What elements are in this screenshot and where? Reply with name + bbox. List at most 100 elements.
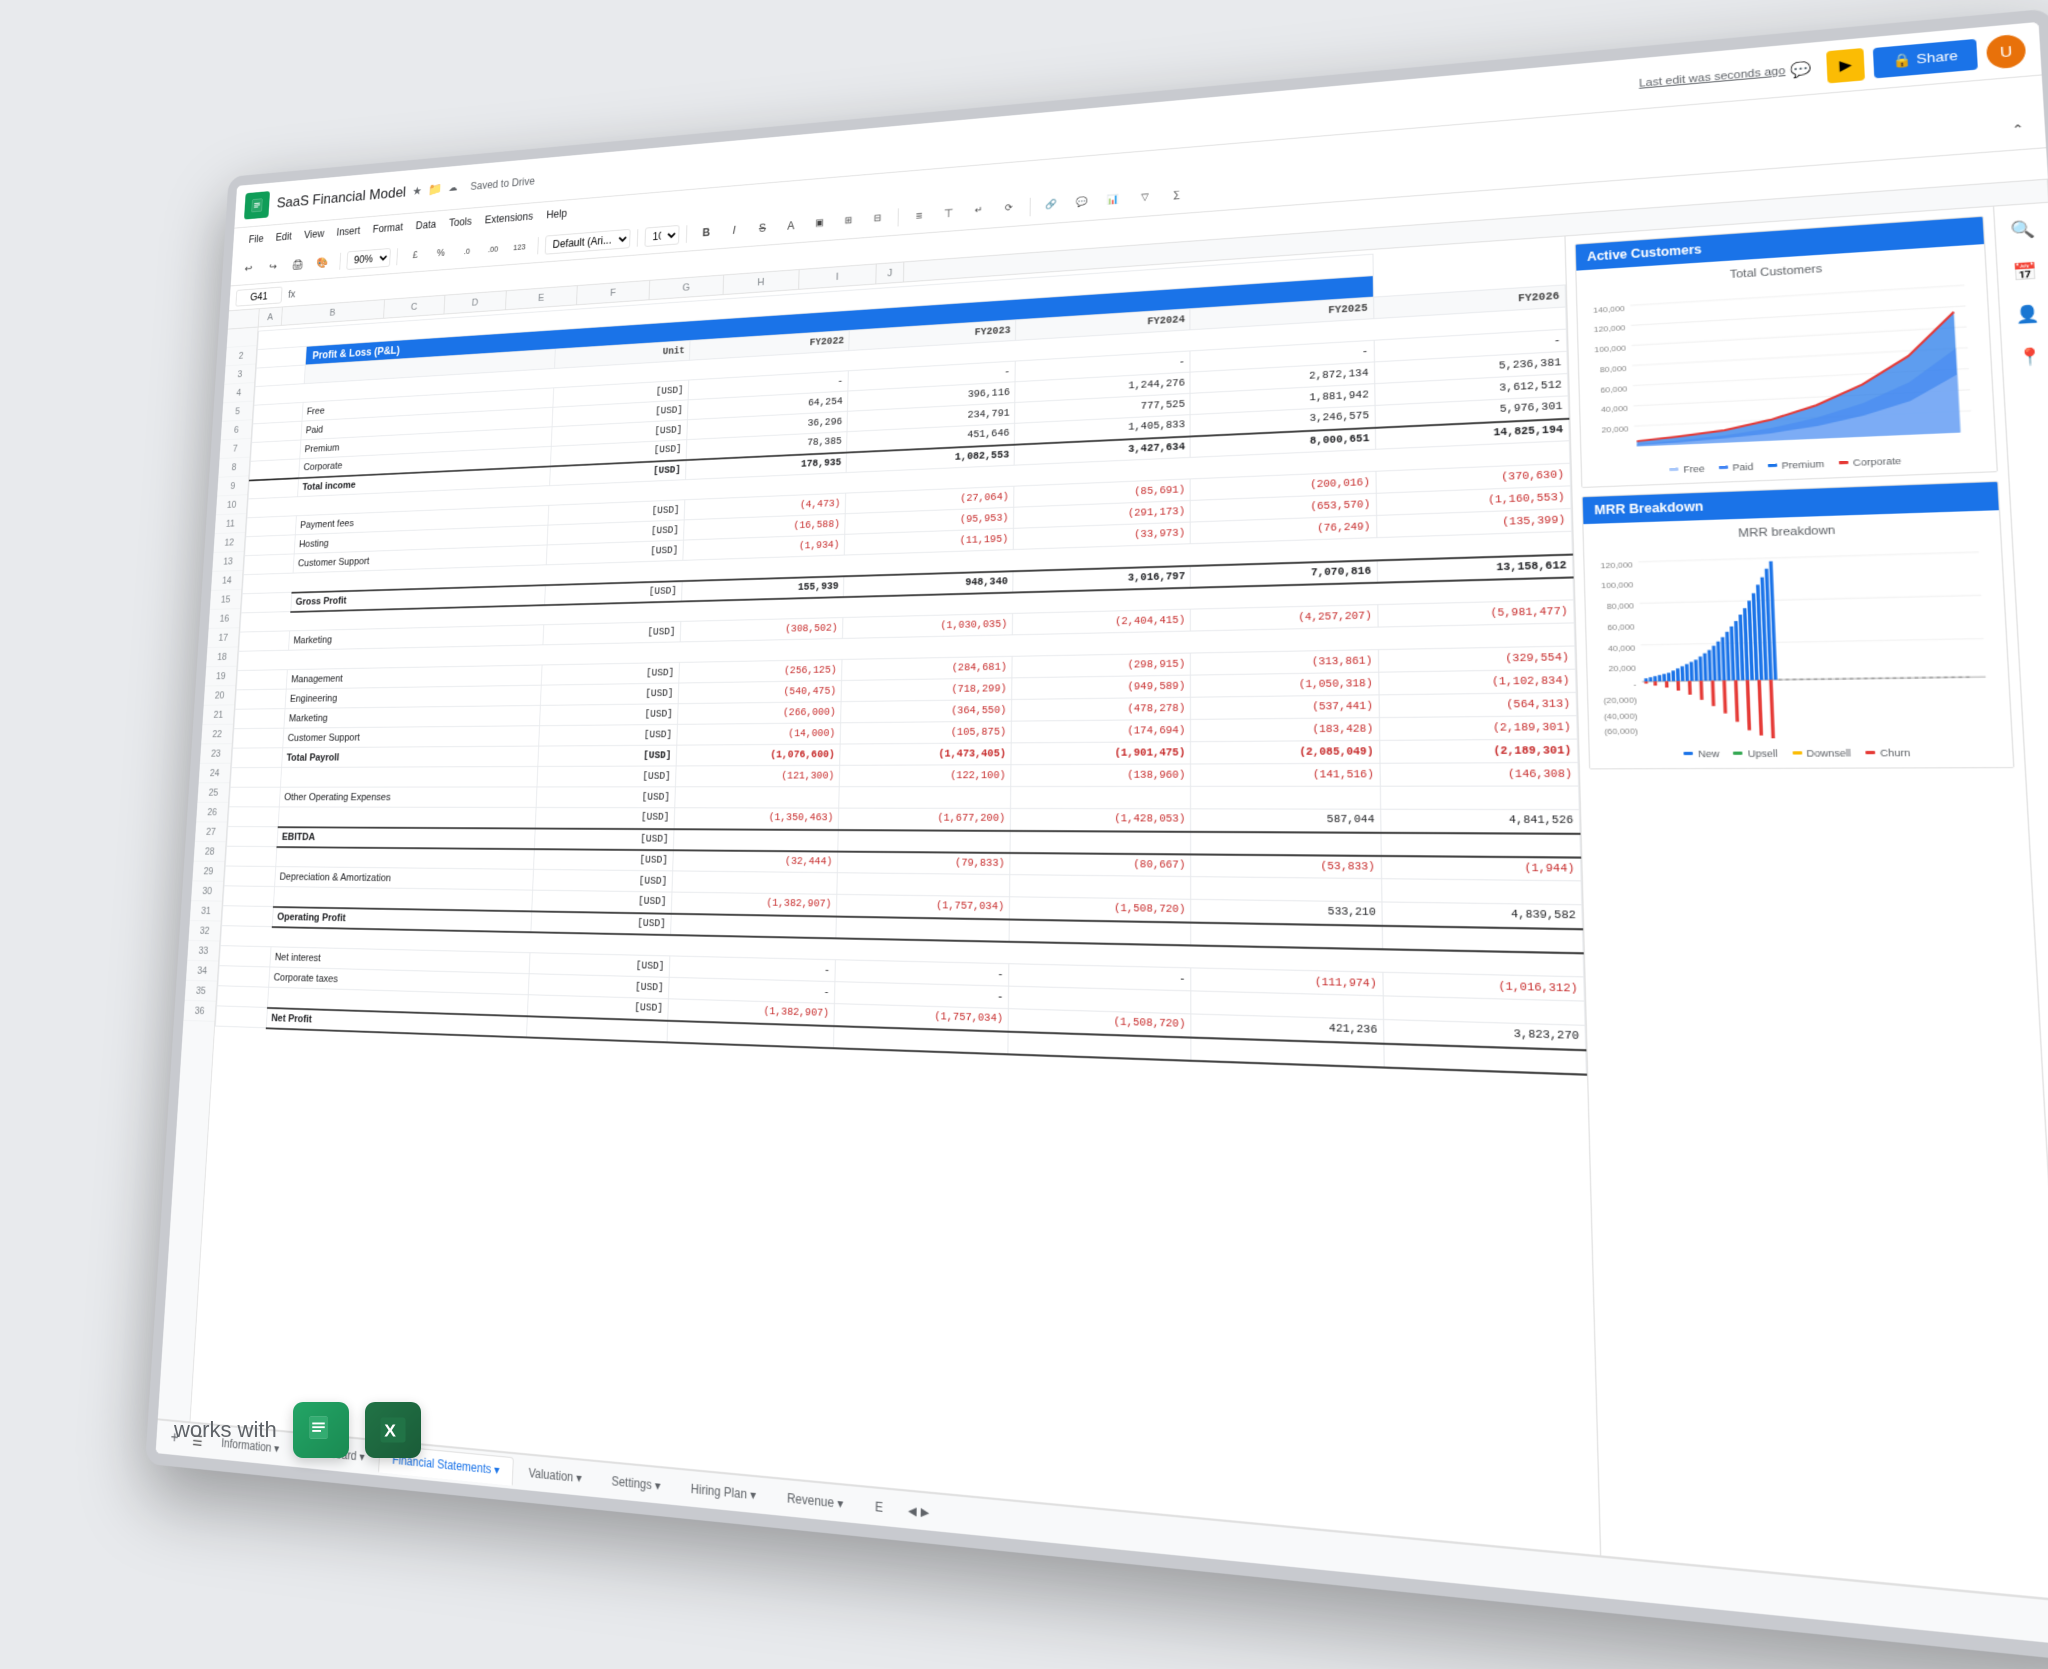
- divider5: [686, 225, 687, 243]
- cell-reference[interactable]: [235, 286, 282, 306]
- svg-text:40,000: 40,000: [1601, 404, 1628, 415]
- menu-insert[interactable]: Insert: [330, 221, 367, 242]
- svg-text:120,000: 120,000: [1600, 559, 1633, 570]
- table-row: Other Operating Expenses [USD]: [229, 786, 1579, 810]
- user-icon[interactable]: 👤: [2007, 296, 2048, 332]
- percent-btn[interactable]: %: [429, 240, 453, 266]
- svg-text:20,000: 20,000: [1601, 424, 1628, 435]
- legend-downsell: Downsell: [1792, 748, 1851, 759]
- legend-corporate: Corporate: [1838, 455, 1901, 468]
- format-num-btn[interactable]: 123: [507, 234, 531, 260]
- legend-paid: Paid: [1718, 461, 1753, 473]
- menu-data[interactable]: Data: [409, 214, 443, 235]
- share-icon: 🔒: [1892, 51, 1912, 69]
- legend-churn: Churn: [1865, 747, 1910, 758]
- svg-text:140,000: 140,000: [1593, 303, 1625, 314]
- col-a: A: [259, 307, 283, 326]
- explorer-icon[interactable]: 🔍: [2003, 212, 2044, 248]
- bold-btn[interactable]: B: [694, 219, 719, 246]
- saved-status: Saved to Drive: [470, 175, 535, 193]
- svg-text:100,000: 100,000: [1601, 580, 1634, 591]
- size-select[interactable]: 10: [644, 225, 679, 247]
- works-with-text: works with: [174, 1417, 277, 1443]
- svg-text:X: X: [384, 1420, 396, 1440]
- svg-text:40,000: 40,000: [1608, 642, 1636, 652]
- svg-text:60,000: 60,000: [1600, 383, 1627, 394]
- svg-text:-: -: [1633, 679, 1637, 689]
- customers-chart-body: Total Customers 140,000 120,000 100,000 …: [1576, 244, 1996, 487]
- tab-e[interactable]: E: [860, 1490, 899, 1524]
- maps-icon[interactable]: 📍: [2010, 339, 2048, 375]
- menu-extensions[interactable]: Extensions: [478, 206, 540, 230]
- main-area: A B C D E F G H I J: [158, 180, 2048, 1606]
- text-color-btn[interactable]: A: [778, 212, 804, 239]
- formula-icon: fx: [288, 288, 296, 300]
- divider3: [537, 237, 539, 254]
- wrap-btn[interactable]: ↵: [965, 197, 992, 225]
- excel-icon: X: [365, 1402, 421, 1458]
- decimal1-btn[interactable]: .0: [455, 238, 479, 264]
- fill-color-btn[interactable]: ▣: [807, 210, 833, 237]
- svg-text:(40,000): (40,000): [1604, 710, 1639, 720]
- prev-sheet-btn[interactable]: ◀: [908, 1503, 917, 1518]
- chart-btn[interactable]: 📊: [1100, 186, 1127, 214]
- calendar-icon[interactable]: 📅: [2005, 254, 2046, 290]
- decimal2-btn[interactable]: .00: [481, 236, 505, 262]
- mrr-chart-title: MRR breakdown: [1593, 519, 1990, 544]
- spreadsheet-table: Profit & Loss (P&L) Unit FY2022: [190, 237, 1600, 1556]
- menu-edit[interactable]: Edit: [269, 226, 298, 247]
- google-meet-icon[interactable]: ▶: [1826, 47, 1865, 83]
- svg-text:80,000: 80,000: [1600, 363, 1627, 374]
- folder-icon[interactable]: 📁: [428, 181, 443, 197]
- svg-text:100,000: 100,000: [1594, 343, 1626, 354]
- merge-btn[interactable]: ⊟: [865, 205, 891, 232]
- paint-format-btn[interactable]: 🎨: [311, 250, 334, 275]
- last-edit[interactable]: Last edit was seconds ago: [1639, 65, 1786, 90]
- divider1: [339, 252, 341, 269]
- expand-btn[interactable]: ⌃: [2000, 113, 2036, 145]
- zoom-select[interactable]: 90%: [346, 248, 391, 270]
- menu-format[interactable]: Format: [366, 217, 410, 239]
- comment-btn[interactable]: 💬: [1069, 188, 1096, 216]
- tab-revenue[interactable]: Revenue ▾: [772, 1482, 858, 1520]
- col-j: J: [876, 262, 904, 283]
- share-button[interactable]: 🔒 Share: [1873, 38, 1978, 78]
- divider2: [396, 248, 398, 265]
- svg-text:(60,000): (60,000): [1604, 726, 1639, 736]
- works-with-section: works with X: [174, 1402, 421, 1458]
- align-left-btn[interactable]: ≡: [906, 202, 932, 229]
- comments-icon[interactable]: 💬: [1785, 54, 1819, 85]
- undo-btn[interactable]: ↩: [237, 256, 260, 281]
- star-icon[interactable]: ★: [412, 184, 422, 198]
- charts-panel: Active Customers Total Customers 140,000…: [1564, 207, 2048, 1600]
- font-select[interactable]: Default (Ari...: [545, 228, 631, 254]
- strikethrough-btn[interactable]: S: [750, 214, 775, 241]
- next-sheet-btn[interactable]: ▶: [921, 1504, 930, 1519]
- function-btn[interactable]: ∑: [1163, 181, 1191, 209]
- currency-btn[interactable]: £: [403, 242, 427, 268]
- avatar[interactable]: U: [1986, 33, 2027, 69]
- svg-text:(20,000): (20,000): [1603, 694, 1638, 704]
- italic-btn[interactable]: I: [722, 216, 747, 243]
- table-row: [USD] (121,300) (122,100) (138,960) (141…: [230, 763, 1578, 788]
- menu-file[interactable]: File: [242, 229, 270, 249]
- menu-help[interactable]: Help: [539, 203, 574, 225]
- filter-btn[interactable]: ▽: [1131, 183, 1159, 211]
- customers-chart-svg: 140,000 120,000 100,000 80,000 60,000 40…: [1586, 274, 1985, 458]
- borders-btn[interactable]: ⊞: [835, 207, 861, 234]
- tab-valuation[interactable]: Valuation ▾: [514, 1457, 596, 1494]
- menu-tools[interactable]: Tools: [442, 211, 479, 233]
- tab-settings[interactable]: Settings ▾: [597, 1465, 675, 1502]
- customers-chart: Active Customers Total Customers 140,000…: [1575, 216, 1998, 488]
- divider4: [637, 229, 638, 247]
- rotate-btn[interactable]: ⟳: [995, 194, 1022, 222]
- mrr-chart-body: MRR breakdown 120,000 100,000 80,000 60,…: [1583, 510, 2013, 769]
- link-btn[interactable]: 🔗: [1038, 191, 1065, 219]
- valign-btn[interactable]: ⊤: [935, 199, 961, 227]
- menu-view[interactable]: View: [297, 224, 331, 245]
- svg-text:80,000: 80,000: [1606, 601, 1634, 612]
- redo-btn[interactable]: ↪: [262, 254, 285, 279]
- print-btn[interactable]: 🖨: [286, 252, 309, 277]
- svg-text:120,000: 120,000: [1594, 323, 1626, 334]
- tab-hiring-plan[interactable]: Hiring Plan ▾: [676, 1473, 771, 1512]
